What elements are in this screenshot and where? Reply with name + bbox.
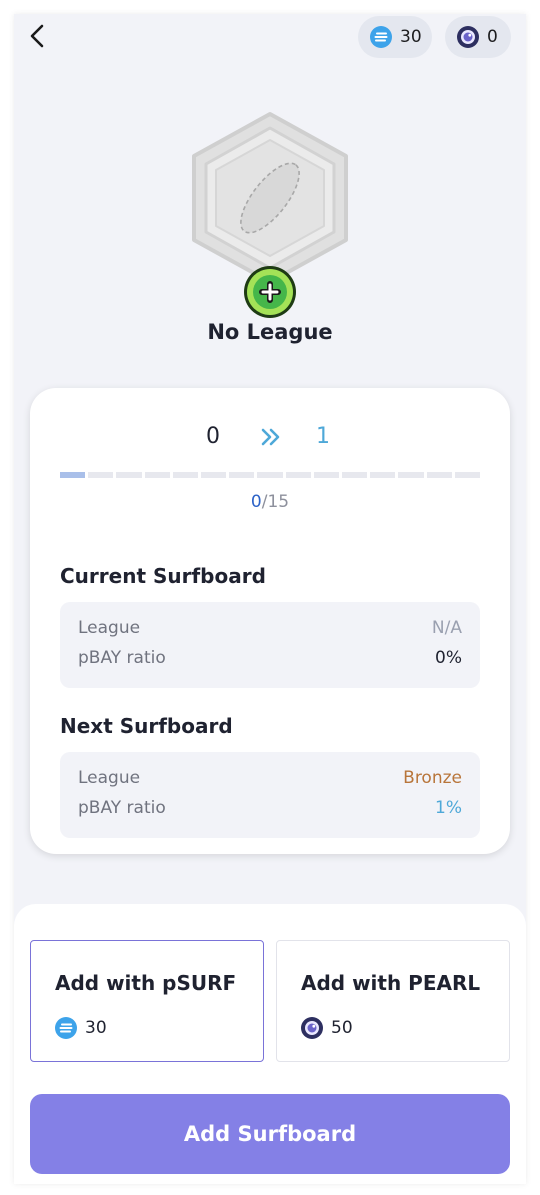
plus-circle-icon[interactable] — [242, 264, 298, 320]
upgrade-screen: 30 0 No League 0 1 0/15 Current Surfboar… — [14, 14, 526, 1184]
progress-segment — [342, 472, 368, 478]
progress-segment — [454, 472, 481, 478]
psurf-coin-icon — [55, 1017, 77, 1039]
progress-bar — [60, 472, 481, 478]
pearl-coin-icon — [457, 26, 479, 48]
progress-segment — [144, 472, 170, 478]
next-league-row: League Bronze — [78, 768, 462, 792]
psurf-balance-value: 30 — [400, 27, 422, 47]
add-with-pearl-option[interactable]: Add with PEARL 50 — [276, 940, 510, 1062]
pearl-balance-value: 0 — [487, 27, 498, 47]
pearl-option-title: Add with PEARL — [301, 971, 481, 995]
add-with-psurf-option[interactable]: Add with pSURF 30 — [30, 940, 264, 1062]
psurf-price-value: 30 — [85, 1018, 107, 1038]
current-level: 0 — [206, 424, 220, 449]
progress-segment — [426, 472, 452, 478]
current-league-row: League N/A — [78, 618, 462, 642]
next-league-label: League — [78, 768, 141, 788]
purchase-sheet: Add with pSURF 30 Add with PEARL 50 Add … — [14, 904, 526, 1184]
current-surfboard-details: League N/A pBAY ratio 0% — [60, 602, 480, 688]
progress-card: 0 1 0/15 Current Surfboard League N/A pB… — [30, 388, 510, 854]
league-name: No League — [207, 320, 333, 344]
next-ratio-value: 1% — [435, 798, 462, 818]
pearl-option-price: 50 — [301, 1017, 353, 1039]
current-ratio-row: pBAY ratio 0% — [78, 648, 462, 672]
next-level: 1 — [316, 424, 330, 449]
progress-segment — [116, 472, 142, 478]
next-surfboard-title: Next Surfboard — [60, 714, 233, 738]
pearl-coin-icon — [301, 1017, 323, 1039]
progress-segment — [313, 472, 340, 478]
psurf-balance-chip[interactable]: 30 — [358, 16, 432, 58]
pearl-price-value: 50 — [331, 1018, 353, 1038]
psurf-option-title: Add with pSURF — [55, 971, 237, 995]
pearl-balance-chip[interactable]: 0 — [445, 16, 511, 58]
progress-segment — [88, 472, 114, 478]
double-chevron-right-icon — [261, 428, 280, 446]
league-badge — [186, 106, 354, 318]
back-button[interactable] — [24, 22, 52, 50]
psurf-coin-icon — [370, 26, 392, 48]
progress-current: 0 — [250, 492, 262, 512]
next-surfboard-details: League Bronze pBAY ratio 1% — [60, 752, 480, 838]
chevron-left-icon — [30, 24, 44, 48]
progress-segment — [257, 472, 283, 478]
progress-segment — [370, 472, 396, 478]
progress-segment — [172, 472, 199, 478]
psurf-option-price: 30 — [55, 1017, 107, 1039]
current-surfboard-title: Current Surfboard — [60, 564, 266, 588]
progress-count: 0/15 — [30, 492, 510, 512]
progress-segment — [285, 472, 311, 478]
current-ratio-value: 0% — [435, 648, 462, 668]
current-league-label: League — [78, 618, 141, 638]
progress-segment — [398, 472, 424, 478]
next-ratio-row: pBAY ratio 1% — [78, 798, 462, 822]
next-league-value: Bronze — [403, 768, 462, 788]
level-transition: 0 1 — [30, 418, 510, 458]
current-ratio-label: pBAY ratio — [78, 648, 166, 668]
progress-segment — [229, 472, 255, 478]
add-surfboard-button[interactable]: Add Surfboard — [30, 1094, 510, 1174]
current-league-value: N/A — [431, 618, 462, 638]
next-ratio-label: pBAY ratio — [78, 798, 166, 818]
progress-total: /15 — [261, 492, 290, 512]
progress-segment — [201, 472, 227, 478]
progress-segment — [60, 472, 86, 478]
